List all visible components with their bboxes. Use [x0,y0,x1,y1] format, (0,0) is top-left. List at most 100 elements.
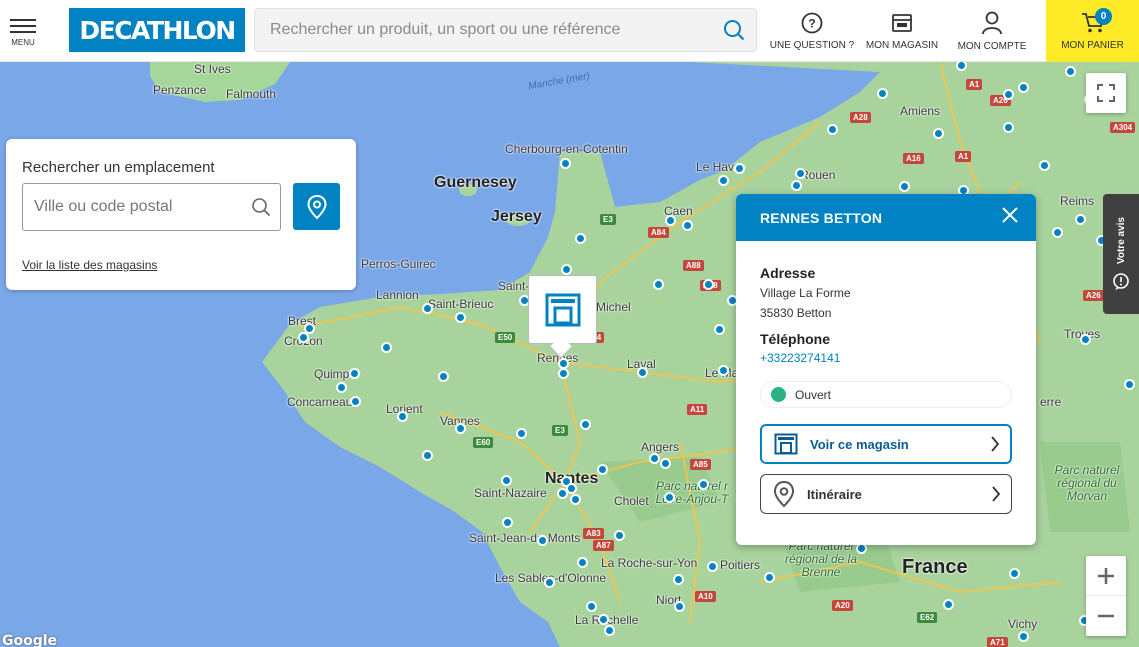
road-shield: A1 [955,151,972,162]
google-logo: Google [2,633,58,647]
store-dot[interactable] [718,175,729,186]
store-dot[interactable] [381,342,392,353]
store-dot[interactable] [649,453,660,464]
place-label: Angers [641,440,680,454]
store-dot[interactable] [560,158,571,169]
search-icon[interactable] [712,8,756,52]
store-dot[interactable] [336,382,347,393]
store-dot[interactable] [707,561,718,572]
store-dot[interactable] [544,577,555,588]
store-dot[interactable] [1018,631,1029,642]
store-dot[interactable] [598,614,609,625]
store-dot[interactable] [455,423,466,434]
store-dot[interactable] [397,411,408,422]
store-dot[interactable] [703,279,714,290]
cart-button[interactable]: MON PANIER [1046,0,1139,62]
store-dot[interactable] [586,601,597,612]
store-dot[interactable] [899,181,910,192]
phone-link[interactable]: +33223274141 [760,351,1012,365]
store-dot[interactable] [764,572,775,583]
store-dot[interactable] [734,163,745,174]
store-icon [892,13,912,32]
question-label: UNE QUESTION ? [769,39,855,51]
store-dot[interactable] [438,371,449,382]
store-dot[interactable] [664,492,675,503]
store-dot[interactable] [422,450,433,461]
store-dot[interactable] [795,168,806,179]
store-dot[interactable] [660,458,671,469]
store-dot[interactable] [1018,82,1029,93]
store-dot[interactable] [502,517,513,528]
store-dot[interactable] [298,332,309,343]
place-label: Lannion [376,288,419,302]
chevron-right-icon [991,436,1000,452]
store-dot[interactable] [561,264,572,275]
store-list-link[interactable]: Voir la liste des magasins [22,258,157,272]
store-dot[interactable] [1039,160,1050,171]
search-icon[interactable] [241,197,280,217]
store-dot[interactable] [597,464,608,475]
store-dot[interactable] [714,324,725,335]
store-dot[interactable] [665,215,676,226]
store-dot[interactable] [604,625,615,636]
store-dot[interactable] [943,599,954,610]
geolocate-button[interactable] [293,183,340,230]
place-label: Saint-Jean-de-Monts [469,531,581,545]
store-dot[interactable] [791,180,802,191]
decathlon-logo[interactable]: DECATHLON [69,8,245,52]
store-dot[interactable] [422,303,433,314]
store-dot[interactable] [570,494,581,505]
location-input[interactable] [34,198,241,216]
user-icon [982,11,1002,34]
store-dot[interactable] [674,601,685,612]
store-dot[interactable] [575,233,586,244]
store-dot[interactable] [501,475,512,486]
road-shield: E3 [552,425,568,436]
store-dot[interactable] [1003,89,1014,100]
store-dot[interactable] [827,124,838,135]
store-dot[interactable] [580,419,591,430]
product-search-input[interactable] [270,21,712,39]
zoom-in-button[interactable] [1086,556,1126,596]
selected-store-marker[interactable] [528,275,597,344]
store-dot[interactable] [455,312,466,323]
close-icon[interactable] [1002,207,1018,228]
place-label: Concarneau [287,395,353,409]
view-store-button[interactable]: Voir ce magasin [760,424,1012,464]
store-dot[interactable] [1080,334,1091,345]
directions-button[interactable]: Itinéraire [760,474,1012,514]
popup-header: RENNES BETTON [736,194,1036,241]
store-dot[interactable] [1009,568,1020,579]
feedback-tab[interactable]: Votre avis [1103,194,1139,314]
store-dot[interactable] [558,368,569,379]
store-dot[interactable] [516,428,527,439]
my-account-button[interactable]: MON COMPTE [958,0,1026,62]
road-shield: A85 [690,459,711,470]
store-dot[interactable] [614,530,625,541]
store-dot[interactable] [577,557,588,568]
store-dot[interactable] [698,479,709,490]
road-shield: E62 [917,612,938,623]
store-dot[interactable] [1124,379,1135,390]
store-dot[interactable] [933,128,944,139]
store-dot[interactable] [537,535,548,546]
fullscreen-button[interactable] [1086,73,1126,113]
question-button[interactable]: ? UNE QUESTION ? [770,0,854,62]
place-label: erre [1040,395,1062,409]
store-dot[interactable] [877,88,888,99]
store-dot[interactable] [557,488,568,499]
store-dot[interactable] [682,220,693,231]
store-dot[interactable] [350,396,361,407]
store-dot[interactable] [673,574,684,585]
store-dot[interactable] [1075,214,1086,225]
store-dot[interactable] [349,368,360,379]
store-dot[interactable] [637,367,648,378]
zoom-out-button[interactable] [1086,596,1126,636]
store-dot[interactable] [1065,66,1076,77]
store-dot[interactable] [1003,122,1014,133]
my-store-button[interactable]: MON MAGASIN [866,0,938,62]
store-dot[interactable] [1052,227,1063,238]
store-dot[interactable] [718,365,729,376]
store-dot[interactable] [653,279,664,290]
menu-button[interactable]: MENU [0,0,46,62]
